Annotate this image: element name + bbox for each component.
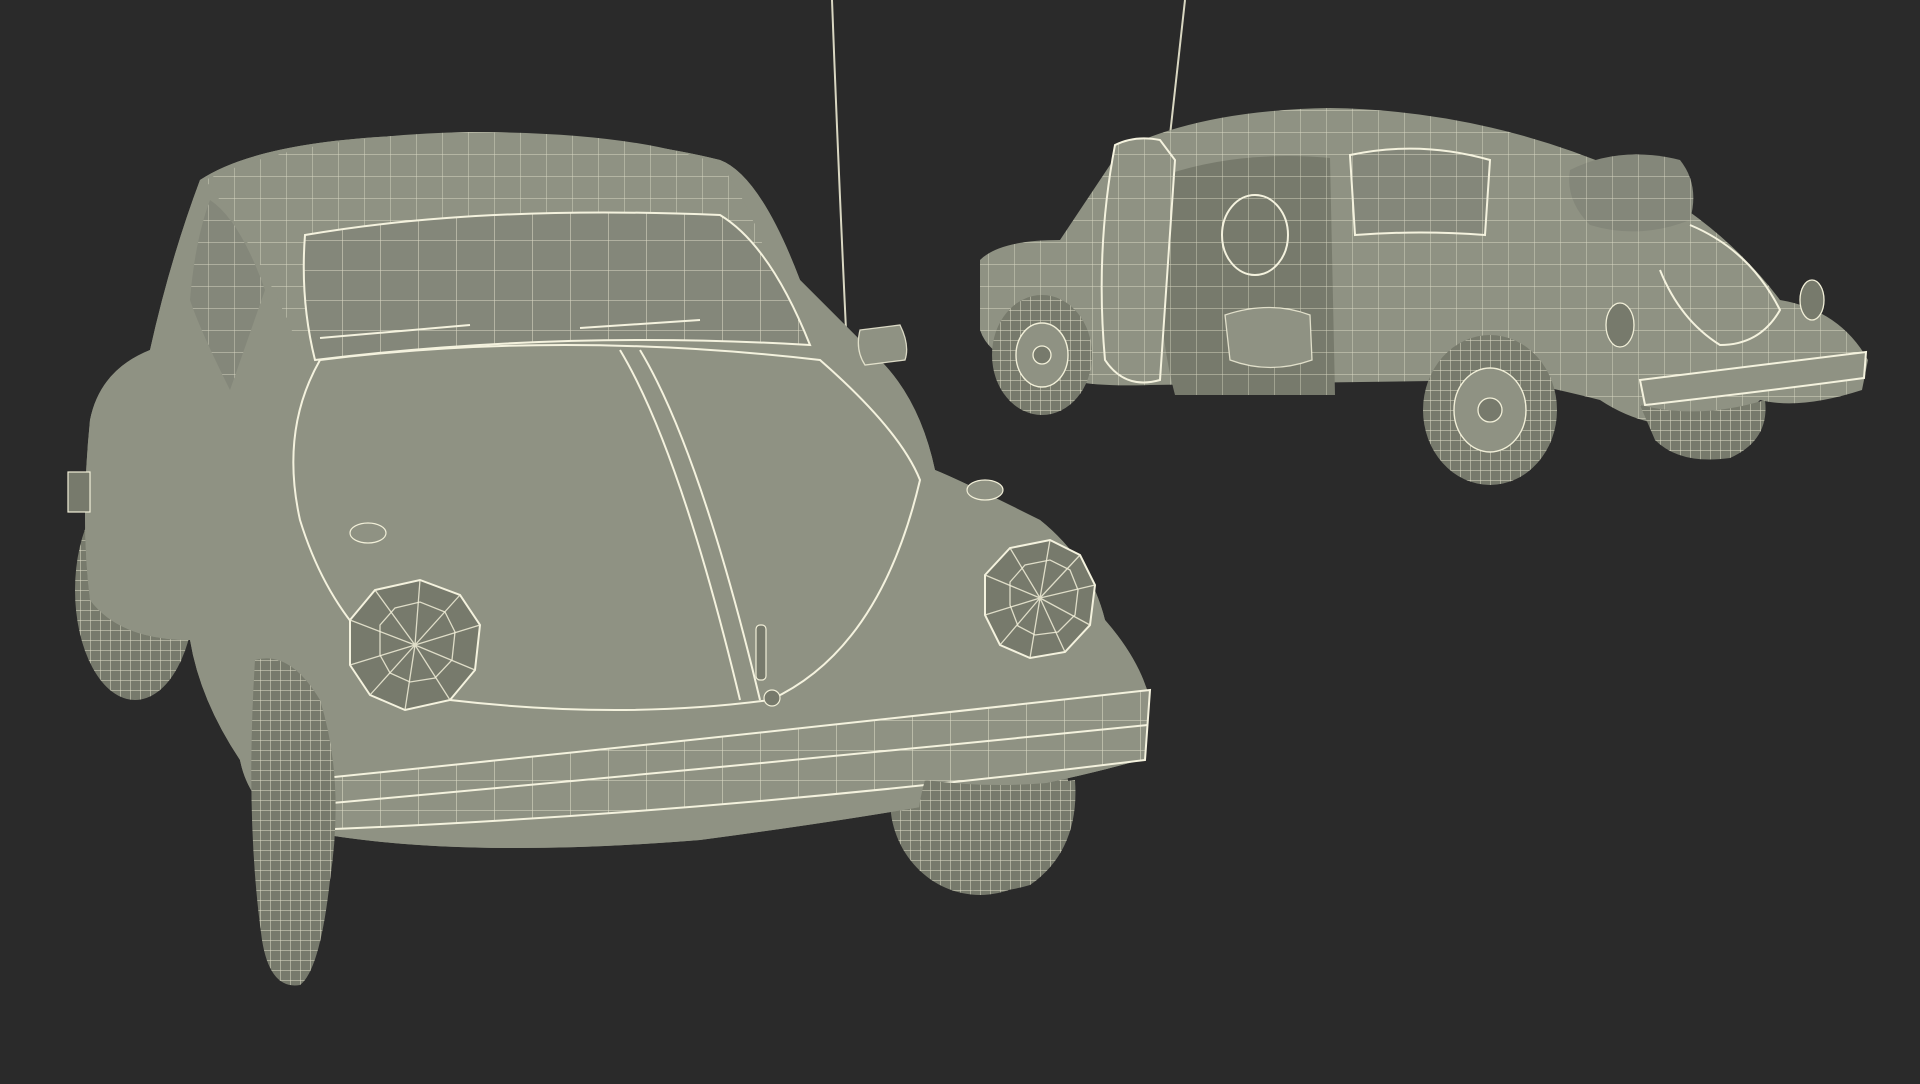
front-wheel bbox=[992, 295, 1092, 415]
windshield bbox=[302, 211, 812, 362]
rear-three-quarter-view-car bbox=[980, 0, 1868, 485]
turn-signal-right bbox=[966, 479, 1004, 501]
rear-bumper-tip bbox=[67, 471, 91, 513]
antenna bbox=[831, 0, 847, 331]
front-view-car bbox=[67, 0, 1152, 986]
turn-signal-left bbox=[349, 522, 387, 544]
side-mirror bbox=[857, 324, 908, 366]
render-viewport bbox=[0, 0, 1920, 1080]
rear-wheel bbox=[1423, 335, 1557, 485]
tail-light-right bbox=[1799, 279, 1825, 321]
front-right-wheel bbox=[917, 780, 1076, 892]
seat bbox=[1225, 307, 1312, 368]
wireframe-render bbox=[67, 0, 1868, 986]
rear-side-window bbox=[1348, 147, 1492, 237]
tail-light-left bbox=[1605, 302, 1635, 348]
rear-window bbox=[1569, 154, 1694, 232]
interior-cabin bbox=[1159, 156, 1335, 395]
